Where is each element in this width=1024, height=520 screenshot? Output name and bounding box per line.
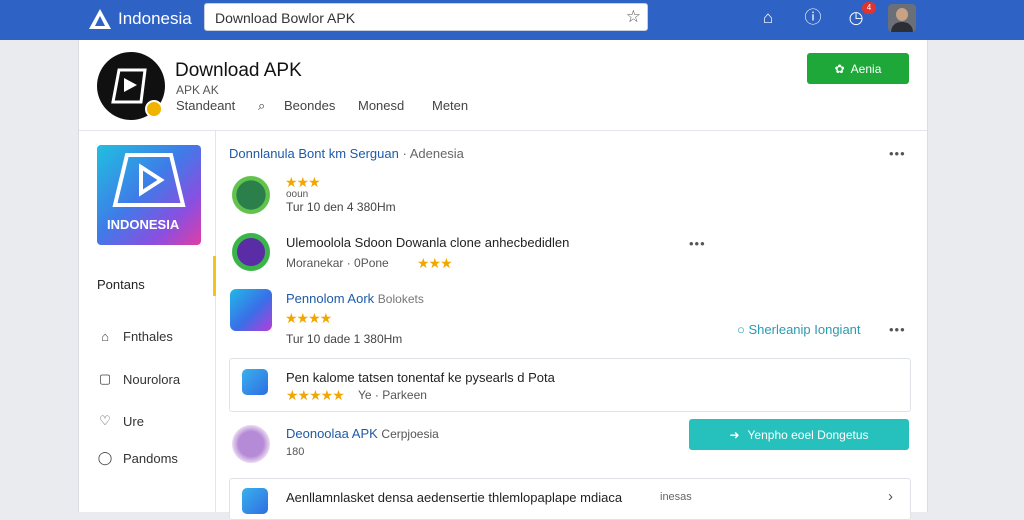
section-title-text: Donnlanula Bont km Serguan — [229, 146, 399, 161]
brand-name: Indonesia — [118, 9, 192, 28]
play-logo-icon — [112, 153, 186, 207]
chevron-right-icon[interactable]: › — [888, 488, 893, 505]
section-subtitle: Adenesia — [409, 146, 464, 161]
row-meta: 180 — [286, 446, 305, 458]
page-subtitle: APK AK — [176, 83, 219, 97]
refresh-icon: ✿ — [834, 61, 845, 76]
sidebar-app-logo: INDONESIA — [97, 145, 201, 245]
brand[interactable]: Indonesia — [88, 8, 192, 30]
row-title[interactable]: Ulemoolola Sdoon Dowanla clone anhecbedi… — [286, 235, 569, 250]
app-icon — [242, 488, 268, 514]
row-title-text: Pennolom Aork — [286, 291, 375, 306]
nav-item-meten[interactable]: Meten — [432, 98, 468, 113]
row-title[interactable]: Deonoolaa APK Cerpjoesia — [286, 426, 439, 441]
row-title-text: Deonoolaa APK — [286, 426, 378, 441]
content-panel: Download APK APK AK Standeant ⌕ Beondes … — [78, 40, 928, 520]
search-input[interactable] — [213, 7, 617, 29]
rating-stars: ★★★★ — [285, 310, 332, 326]
sidebar-item-pandoms[interactable]: ◯ Pandoms — [97, 450, 178, 466]
header-action-label: Aenia — [850, 61, 882, 76]
app-logo — [97, 52, 165, 120]
sidebar-item-nourolora[interactable]: ▢ Nourolora — [97, 371, 180, 387]
location-icon: ◯ — [97, 450, 113, 465]
chat-icon: ○ — [737, 322, 745, 337]
star-icon[interactable]: ☆ — [626, 7, 641, 27]
app-icon[interactable] — [230, 289, 272, 331]
download-button[interactable]: ➜ Yenpho eoel Dongetus — [689, 419, 909, 450]
sidebar-accent — [213, 256, 216, 296]
list-card[interactable]: Aenllamnlasket densa aedensertie thlemlo… — [229, 478, 911, 520]
info-icon[interactable]: ⓘ — [802, 7, 824, 29]
heart-icon: ♡ — [99, 413, 111, 428]
page-title: Download APK — [175, 60, 302, 81]
row-title: Aenllamnlasket densa aedensertie thlemlo… — [286, 490, 623, 505]
nav-item-beondes[interactable]: Beondes — [284, 98, 335, 113]
rating-stars: ★★★★★ — [286, 387, 345, 403]
row-line: ooun — [286, 189, 309, 200]
verified-badge-icon — [145, 100, 163, 118]
row-title[interactable]: Pennolom Aork Bolokets — [286, 291, 424, 306]
brand-logo-icon — [89, 9, 111, 29]
notification-badge: 4 — [862, 2, 876, 14]
row-meta: Ye · Parkeen — [358, 388, 427, 402]
search-bar[interactable]: ☆ — [204, 3, 648, 31]
row-meta: Moranekar · 0Pone — [286, 256, 389, 270]
nav-item-monesd[interactable]: Monesd — [358, 98, 404, 113]
row-suffix: inesas — [660, 491, 692, 503]
app-icon[interactable] — [229, 173, 273, 217]
sidebar-item-label: Fnthales — [123, 329, 173, 344]
arrow-right-icon: ➜ — [729, 427, 740, 442]
top-bar: Indonesia ☆ ⌂ ⓘ ◷ 4 — [0, 0, 1024, 40]
nav-search-icon[interactable]: ⌕ — [258, 98, 265, 114]
app-icon[interactable] — [229, 422, 273, 466]
header-action-button[interactable]: ✿ Aenia — [807, 53, 909, 84]
sidebar-divider — [215, 131, 216, 512]
home-icon[interactable]: ⌂ — [757, 7, 779, 29]
rating-stars: ★★★ — [417, 255, 453, 271]
more-icon[interactable]: ••• — [689, 236, 706, 251]
app-icon[interactable] — [229, 230, 273, 274]
row-link[interactable]: ○ Sherleanip Iongiant — [737, 322, 861, 337]
sidebar-item-label: Ure — [123, 413, 144, 429]
document-icon: ▢ — [98, 371, 112, 386]
more-icon[interactable]: ••• — [889, 322, 906, 337]
row-title: Pen kalome tatsen tonentaf ke pysearls d… — [286, 370, 555, 385]
sidebar-item-label: Nourolora — [123, 371, 181, 387]
header-divider — [79, 130, 927, 131]
sidebar-logo-text: INDONESIA — [107, 217, 180, 232]
sidebar-item-label: Pandoms — [123, 450, 178, 466]
sidebar-item-fnthales[interactable]: ⌂ Fnthales — [97, 329, 173, 344]
list-card[interactable]: Pen kalome tatsen tonentaf ke pysearls d… — [229, 358, 911, 412]
row-title-suffix: Cerpjoesia — [381, 427, 439, 441]
sidebar-heading: Pontans — [97, 277, 145, 292]
row-link-text: Sherleanip Iongiant — [748, 322, 861, 337]
section-title: Donnlanula Bont km Serguan · Adenesia — [229, 146, 464, 161]
app-icon — [242, 369, 268, 395]
download-button-label: Yenpho eoel Dongetus — [747, 427, 869, 442]
nav-item-standeant[interactable]: Standeant — [176, 98, 235, 113]
more-icon[interactable]: ••• — [889, 146, 906, 161]
row-title-suffix: Bolokets — [377, 292, 424, 306]
row-meta: Tur 10 dade 1 380Hm — [286, 332, 403, 346]
home-icon: ⌂ — [101, 329, 109, 344]
sidebar-item-ure[interactable]: ♡ Ure — [97, 413, 144, 429]
user-avatar[interactable] — [888, 4, 916, 32]
row-meta: Tur 10 den 4 380Hm — [286, 200, 396, 214]
